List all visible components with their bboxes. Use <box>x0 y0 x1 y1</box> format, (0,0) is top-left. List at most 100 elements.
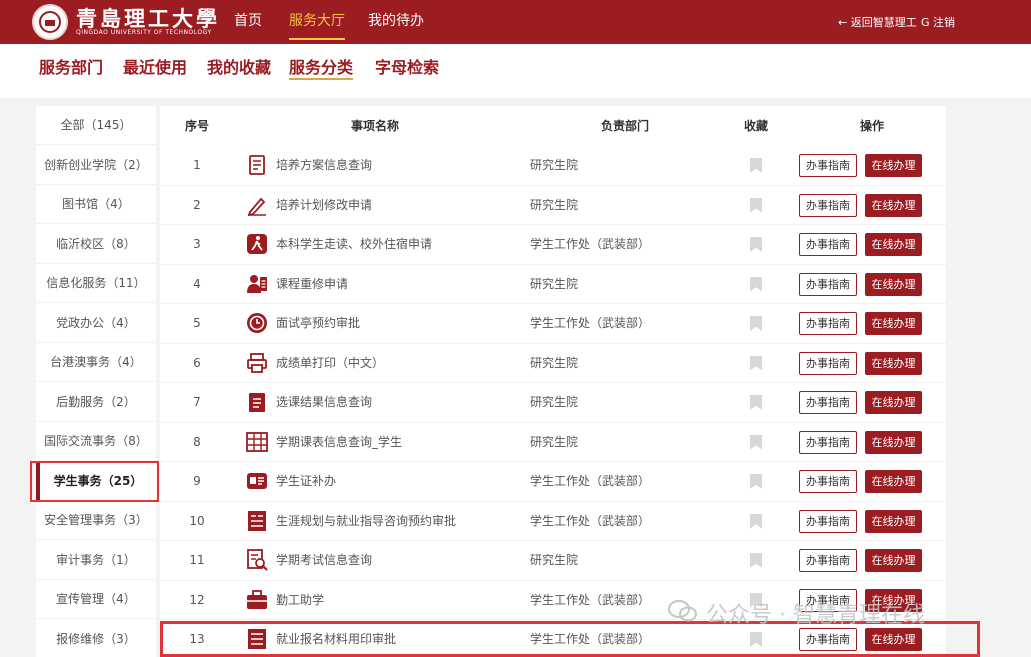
online-handle-button[interactable]: 在线办理 <box>865 351 922 375</box>
bookmark-icon[interactable] <box>750 553 762 568</box>
table-row[interactable]: 9 学生证补办 学生工作处（武装部） 办事指南 在线办理 <box>160 462 946 502</box>
guide-button[interactable]: 办事指南 <box>799 430 857 454</box>
bookmark-icon[interactable] <box>750 237 762 252</box>
online-handle-button[interactable]: 在线办理 <box>865 430 922 454</box>
top-bar: 青島理工大學 QINGDAO UNIVERSITY OF TECHNOLOGY … <box>0 0 1031 44</box>
online-handle-button[interactable]: 在线办理 <box>865 391 922 414</box>
sidebar-item-hk-macau-taiwan[interactable]: 台港澳事务（4） <box>36 343 156 382</box>
table-row[interactable]: 2 培养计划修改申请 研究生院 办事指南 在线办理 <box>160 186 946 225</box>
sidebar-item-audit[interactable]: 审计事务（1） <box>36 541 156 580</box>
service-name[interactable]: 学期考试信息查询 <box>276 541 372 580</box>
table-row[interactable]: 5 面试亭预约审批 学生工作处（武装部） 办事指南 在线办理 <box>160 304 946 344</box>
tab-service-category[interactable]: 服务分类 <box>289 54 354 80</box>
highlight-box <box>30 461 159 502</box>
guide-button[interactable]: 办事指南 <box>799 351 857 375</box>
sidebar-item-publicity[interactable]: 宣传管理（4） <box>36 580 156 619</box>
online-handle-button[interactable]: 在线办理 <box>865 154 922 177</box>
service-name[interactable]: 本科学生走读、校外住宿申请 <box>276 225 432 264</box>
row-number: 11 <box>189 553 205 567</box>
sidebar-item-repair[interactable]: 报修维修（3） <box>36 620 156 657</box>
service-name[interactable]: 课程重修申请 <box>276 265 348 304</box>
row-number: 3 <box>193 237 201 251</box>
sidebar-item-all[interactable]: 全部（145） <box>36 106 156 145</box>
row-number: 5 <box>193 316 201 330</box>
guide-button[interactable]: 办事指南 <box>799 272 857 296</box>
online-handle-button[interactable]: 在线办理 <box>865 509 922 533</box>
walking-icon <box>247 234 267 254</box>
table-row[interactable]: 6 成绩单打印（中文） 研究生院 办事指南 在线办理 <box>160 344 946 383</box>
nav-my-todo[interactable]: 我的待办 <box>368 0 424 44</box>
nav-home[interactable]: 首页 <box>234 0 262 44</box>
bookmark-icon[interactable] <box>750 474 762 489</box>
category-tabs: 服务部门 最近使用 我的收藏 服务分类 字母检索 <box>0 44 1031 98</box>
search-doc-icon <box>247 549 268 571</box>
service-name[interactable]: 成绩单打印（中文） <box>276 344 384 383</box>
category-sidebar: 全部（145） 创新创业学院（2） 图书馆（4） 临沂校区（8） 信息化服务（1… <box>36 106 156 657</box>
table-row[interactable]: 1 培养方案信息查询 研究生院 办事指南 在线办理 <box>160 146 946 186</box>
table-row[interactable]: 4 课程重修申请 研究生院 办事指南 在线办理 <box>160 265 946 304</box>
bookmark-icon[interactable] <box>750 395 762 410</box>
bookmark-icon[interactable] <box>750 355 762 371</box>
department-name: 研究生院 <box>530 553 579 567</box>
bookmark-icon[interactable] <box>750 434 762 450</box>
tab-alphabet-search[interactable]: 字母检索 <box>375 54 439 80</box>
bookmark-icon[interactable] <box>750 276 762 292</box>
service-table: 序号 事项名称 负责部门 收藏 操作 1 培养方案信息查询 研究生院 办事指南 在线办理… <box>160 106 946 657</box>
service-name[interactable]: 选课结果信息查询 <box>276 383 372 422</box>
clock-icon <box>247 313 267 333</box>
bookmark-icon[interactable] <box>750 513 762 529</box>
column-header-dept: 负责部门 <box>600 119 649 133</box>
guide-button[interactable]: 办事指南 <box>799 391 857 414</box>
service-name[interactable]: 学生证补办 <box>276 462 336 501</box>
sidebar-item-safety[interactable]: 安全管理事务（3） <box>36 501 156 540</box>
table-row[interactable]: 11 学期考试信息查询 研究生院 办事指南 在线办理 <box>160 541 946 581</box>
service-name[interactable]: 培养方案信息查询 <box>276 146 372 185</box>
table-row[interactable]: 10 生涯规划与就业指导咨询预约审批 学生工作处（武装部） 办事指南 在线办理 <box>160 502 946 541</box>
university-logo-icon[interactable] <box>32 4 68 40</box>
guide-button[interactable]: 办事指南 <box>799 509 857 533</box>
pencil-icon <box>247 197 266 216</box>
logout-link[interactable]: G 注销 <box>921 14 955 30</box>
bookmark-icon[interactable] <box>750 158 762 173</box>
guide-button[interactable]: 办事指南 <box>799 549 857 572</box>
guide-button[interactable]: 办事指南 <box>799 154 857 177</box>
sidebar-item-library[interactable]: 图书馆（4） <box>36 185 156 224</box>
service-name[interactable]: 勤工助学 <box>276 581 324 620</box>
tab-recent[interactable]: 最近使用 <box>123 54 187 80</box>
guide-button[interactable]: 办事指南 <box>799 233 857 256</box>
guide-button[interactable]: 办事指南 <box>799 312 857 335</box>
bookmark-icon[interactable] <box>750 197 762 213</box>
service-name[interactable]: 生涯规划与就业指导咨询预约审批 <box>276 502 456 541</box>
online-handle-button[interactable]: 在线办理 <box>865 549 922 572</box>
bookmark-icon[interactable] <box>750 316 762 331</box>
service-name[interactable]: 学期课表信息查询_学生 <box>276 423 402 462</box>
guide-button[interactable]: 办事指南 <box>799 193 857 217</box>
department-name: 学生工作处（武装部） <box>530 592 651 607</box>
guide-button[interactable]: 办事指南 <box>799 470 857 493</box>
online-handle-button[interactable]: 在线办理 <box>865 470 922 493</box>
tab-favorites[interactable]: 我的收藏 <box>207 54 271 80</box>
sidebar-item-party-admin[interactable]: 党政办公（4） <box>36 304 156 343</box>
sidebar-item-linyi-campus[interactable]: 临沂校区（8） <box>36 225 156 264</box>
sidebar-item-innovation[interactable]: 创新创业学院（2） <box>36 146 156 185</box>
table-row[interactable]: 7 选课结果信息查询 研究生院 办事指南 在线办理 <box>160 383 946 423</box>
return-link[interactable]: ← 返回智慧理工 <box>838 14 917 30</box>
online-handle-button[interactable]: 在线办理 <box>865 233 922 256</box>
department-name: 学生工作处（武装部） <box>530 474 651 488</box>
service-name[interactable]: 培养计划修改申请 <box>276 186 372 225</box>
sidebar-item-international[interactable]: 国际交流事务（8） <box>36 422 156 461</box>
online-handle-button[interactable]: 在线办理 <box>865 272 922 296</box>
tab-service-departments[interactable]: 服务部门 <box>39 54 103 80</box>
row-number: 1 <box>193 158 201 172</box>
list-icon <box>249 393 265 412</box>
service-name[interactable]: 面试亭预约审批 <box>276 304 360 343</box>
sidebar-item-it-services[interactable]: 信息化服务（11） <box>36 264 156 303</box>
table-row[interactable]: 8 学期课表信息查询_学生 研究生院 办事指南 在线办理 <box>160 423 946 462</box>
online-handle-button[interactable]: 在线办理 <box>865 312 922 335</box>
row-number: 12 <box>189 592 205 607</box>
online-handle-button[interactable]: 在线办理 <box>865 193 922 217</box>
nav-service-hall[interactable]: 服务大厅 <box>289 0 345 44</box>
id-card-icon <box>247 473 267 489</box>
sidebar-item-logistics[interactable]: 后勤服务（2） <box>36 383 156 422</box>
table-row[interactable]: 3 本科学生走读、校外住宿申请 学生工作处（武装部） 办事指南 在线办理 <box>160 225 946 265</box>
